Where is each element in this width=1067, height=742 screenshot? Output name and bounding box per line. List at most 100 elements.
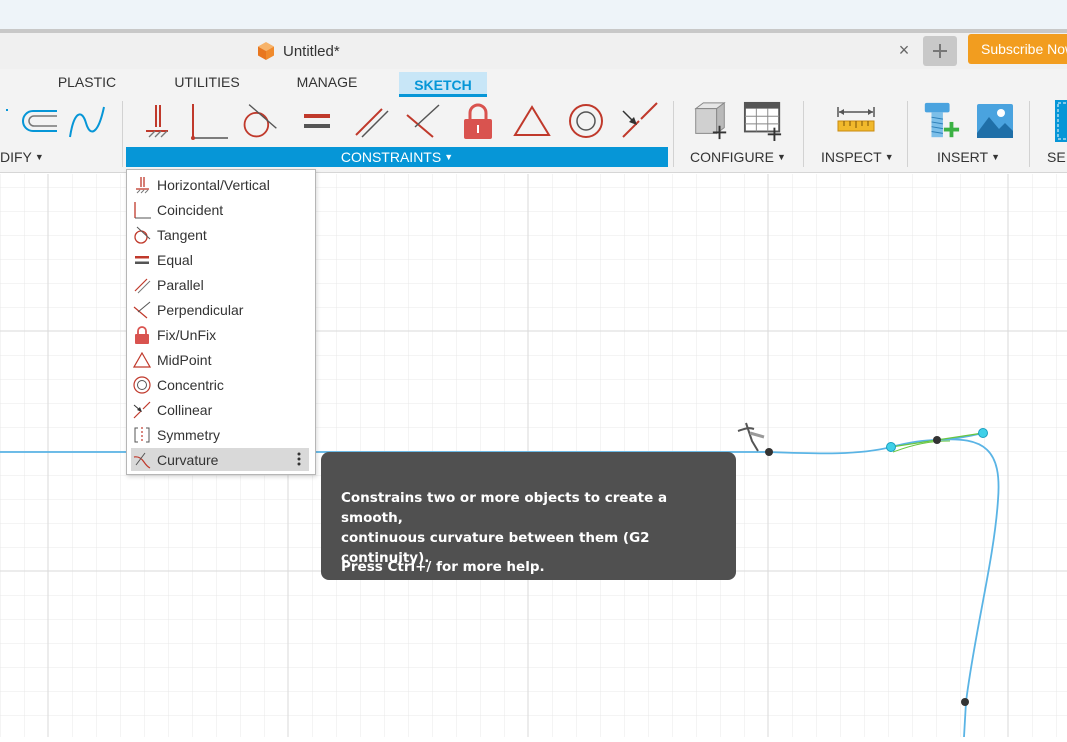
lock-icon <box>131 324 153 346</box>
midpoint-tool-button[interactable] <box>512 99 552 143</box>
menu-item-curvature[interactable]: Curvature <box>131 448 309 471</box>
symmetry-icon <box>131 424 153 446</box>
configure-menu[interactable]: CONFIGURE ▼ <box>690 147 786 167</box>
insert-label: INSERT <box>937 149 989 165</box>
image-icon <box>977 104 1013 138</box>
perpendicular-tool-button[interactable] <box>403 99 443 143</box>
select-icon <box>1055 100 1067 142</box>
tooltip-description: Constrains two or more objects to create… <box>341 488 731 568</box>
inspect-caret-icon: ▼ <box>884 152 894 162</box>
curvature-icon <box>131 449 153 471</box>
menu-item-concentric[interactable]: Concentric <box>131 373 311 396</box>
menu-item-tangent[interactable]: Tangent <box>131 223 311 246</box>
menu-item-label: Curvature <box>157 451 219 468</box>
lock-icon <box>464 103 492 139</box>
configure-caret-icon: ▼ <box>777 152 786 162</box>
more-options-icon[interactable] <box>295 451 303 467</box>
select-tool-button[interactable] <box>1050 99 1067 143</box>
inspect-menu[interactable]: INSPECT ▼ <box>821 147 894 167</box>
horizontal-vertical-tool-button[interactable] <box>136 99 176 143</box>
menu-item-parallel[interactable]: Parallel <box>131 273 311 296</box>
collinear-tool-button[interactable] <box>619 99 659 143</box>
horizontal-vertical-icon <box>146 105 168 138</box>
tab-plastic[interactable]: PLASTIC <box>52 72 122 97</box>
new-tab-button[interactable] <box>923 36 957 66</box>
select-menu[interactable]: SE <box>1047 147 1066 167</box>
coincident-icon <box>131 199 153 221</box>
tab-sketch[interactable]: SKETCH <box>399 72 487 97</box>
insert-caret-icon: ▼ <box>991 152 1001 162</box>
collinear-icon <box>131 399 153 421</box>
document-tab[interactable]: Untitled* <box>256 40 340 62</box>
menu-item-midpoint[interactable]: MidPoint <box>131 348 311 371</box>
menu-item-label: Collinear <box>157 401 213 418</box>
modify-menu[interactable]: DIFY ▼ <box>0 147 44 167</box>
menu-item-label: Symmetry <box>157 426 220 443</box>
menu-item-horizontal-vertical[interactable]: Horizontal/Vertical <box>131 173 311 196</box>
tooltip-line-1: Constrains two or more objects to create… <box>341 490 668 526</box>
control-point[interactable] <box>886 442 896 452</box>
offset-tool-button[interactable] <box>2 99 60 143</box>
close-tab-icon[interactable]: × <box>894 39 914 61</box>
sketch-point[interactable] <box>765 448 773 456</box>
concentric-tool-button[interactable] <box>566 99 606 143</box>
tooltip-help: Press Ctrl+/ for more help. <box>341 559 545 575</box>
insert-menu[interactable]: INSERT ▼ <box>937 147 1000 167</box>
menu-item-label: Parallel <box>157 276 204 293</box>
modify-caret-icon: ▼ <box>34 152 44 162</box>
menu-item-label: Horizontal/Vertical <box>157 176 270 193</box>
perpendicular-icon <box>406 104 440 138</box>
tab-manage[interactable]: MANAGE <box>291 72 363 97</box>
separator <box>907 101 908 167</box>
tab-utilities[interactable]: UTILITIES <box>168 72 246 97</box>
menu-item-perpendicular[interactable]: Perpendicular <box>131 298 311 321</box>
separator <box>803 101 804 167</box>
separator <box>673 101 674 167</box>
configuration-table-button[interactable] <box>743 99 783 143</box>
tangent-tool-button[interactable] <box>240 99 280 143</box>
configure-model-button[interactable] <box>690 99 730 143</box>
constraints-menu[interactable]: CONSTRAINTS ▼ <box>126 147 668 167</box>
fix-unfix-tool-button[interactable] <box>458 99 498 143</box>
parallel-icon <box>131 274 153 296</box>
control-point[interactable] <box>978 428 988 438</box>
menu-item-equal[interactable]: Equal <box>131 248 311 271</box>
equal-icon <box>131 249 153 271</box>
insert-mcmaster-button[interactable] <box>921 99 961 143</box>
separator <box>122 101 123 167</box>
parallel-tool-button[interactable] <box>350 99 390 143</box>
collinear-icon <box>622 102 658 138</box>
menu-item-coincident[interactable]: Coincident <box>131 198 311 221</box>
menu-item-label: Equal <box>157 251 193 268</box>
sketch-point[interactable] <box>933 436 941 444</box>
spline-tool-button[interactable] <box>66 99 106 143</box>
configure-cube-icon <box>694 101 727 140</box>
sketch-point[interactable] <box>961 698 969 706</box>
concentric-icon <box>131 374 153 396</box>
inspect-label: INSPECT <box>821 149 882 165</box>
configure-label: CONFIGURE <box>690 149 774 165</box>
separator <box>1029 101 1030 167</box>
menu-item-symmetry[interactable]: Symmetry <box>131 423 311 446</box>
constraints-caret-icon: ▼ <box>444 152 454 162</box>
spline-icon <box>69 106 105 138</box>
measure-icon <box>837 107 875 132</box>
menu-item-collinear[interactable]: Collinear <box>131 398 311 421</box>
curvature-tooltip: Constrains two or more objects to create… <box>321 452 736 580</box>
insert-canvas-button[interactable] <box>975 99 1015 143</box>
tangent-icon <box>131 224 153 246</box>
equal-icon <box>304 114 330 128</box>
menu-item-fix-unfix[interactable]: Fix/UnFix <box>131 323 311 346</box>
select-label: SE <box>1047 149 1066 165</box>
measure-tool-button[interactable] <box>836 99 876 143</box>
menu-item-label: Concentric <box>157 376 224 393</box>
coincident-tool-button[interactable] <box>188 99 228 143</box>
midpoint-icon <box>513 105 551 136</box>
plus-icon <box>933 44 947 58</box>
document-title: Untitled* <box>283 42 340 60</box>
equal-tool-button[interactable] <box>297 99 337 143</box>
menu-item-label: Tangent <box>157 226 207 243</box>
subscribe-button[interactable]: Subscribe Now <box>968 34 1067 64</box>
parallel-icon <box>355 108 389 138</box>
tangent-icon <box>243 104 277 138</box>
